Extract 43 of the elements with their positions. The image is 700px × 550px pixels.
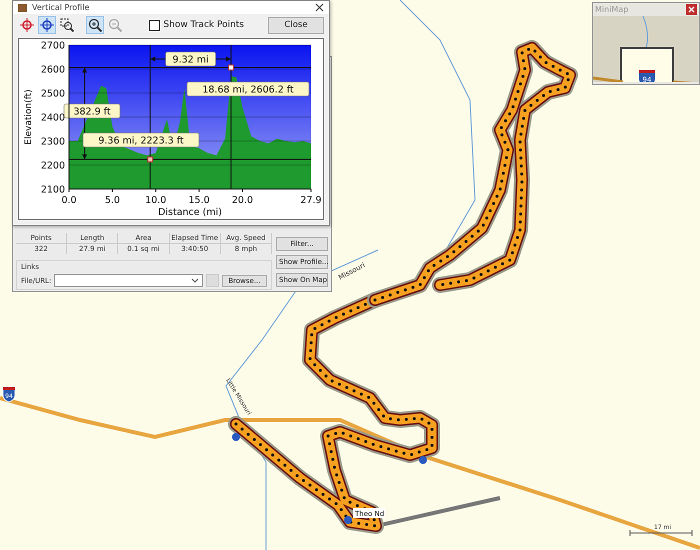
annotation: 9.36 mi, 2223.3 ft [98, 136, 184, 146]
axis-tick-label: 15.0 [188, 195, 210, 206]
chevron-icon [191, 278, 200, 283]
waypoint-icon [232, 433, 240, 441]
axis-tick-label: 2300 [40, 136, 65, 148]
axis-tick-label: 0.0 [61, 195, 77, 206]
y-axis-title: Elevation(ft) [24, 89, 34, 145]
annotation-callout: 9.36 mi, 2223.3 ft [82, 132, 200, 148]
axis-tick-label: 5.0 [104, 195, 120, 206]
annotation: 9.32 mi [172, 54, 209, 66]
show-track-points-checkbox[interactable]: Show Track Points [149, 20, 244, 30]
scale-bar [630, 530, 692, 536]
point-marker [147, 156, 154, 162]
close-button[interactable]: Close [268, 16, 324, 34]
close-icon[interactable] [315, 3, 324, 12]
axis-tick-label: 2200 [40, 160, 65, 172]
crosshair-icon[interactable] [38, 16, 56, 34]
annotation-callout: 9.32 mi [165, 52, 216, 66]
annotation: 382.9 ft [73, 106, 111, 118]
x-axis-title: Distance (mi) [158, 207, 222, 218]
zoom-in-icon[interactable] [86, 16, 104, 34]
axis-tick-label: 2500 [40, 88, 65, 100]
axis-tick-label: 2100 [40, 184, 65, 196]
axis-tick-label: 10.0 [145, 195, 166, 206]
minimap-title: MiniMap [595, 5, 628, 14]
window-title: Vertical Profile [32, 3, 90, 12]
axis-tick-label: 27.9 [300, 195, 322, 206]
annotation-callout: 18.68 mi, 2606.2 ft [186, 82, 310, 96]
waypoint-icon [344, 516, 352, 524]
waypoint-icon [419, 456, 427, 464]
axis-tick-label: 2400 [40, 112, 65, 124]
url-field[interactable] [54, 274, 204, 287]
close-icon[interactable] [686, 4, 697, 15]
annotation-callout: 382.9 ft [64, 104, 120, 118]
annotation: 18.68 mi, 2606.2 ft [202, 84, 294, 96]
crosshair-icon[interactable] [18, 16, 36, 34]
viewport-frame [620, 47, 674, 82]
point-marker [228, 64, 234, 70]
zoom-box-icon[interactable] [58, 16, 76, 34]
axis-tick-label: 2600 [40, 64, 65, 76]
axis-tick-label: 20.0 [232, 195, 254, 206]
app-icon [18, 4, 27, 12]
axis-tick-label: 2700 [40, 40, 65, 52]
